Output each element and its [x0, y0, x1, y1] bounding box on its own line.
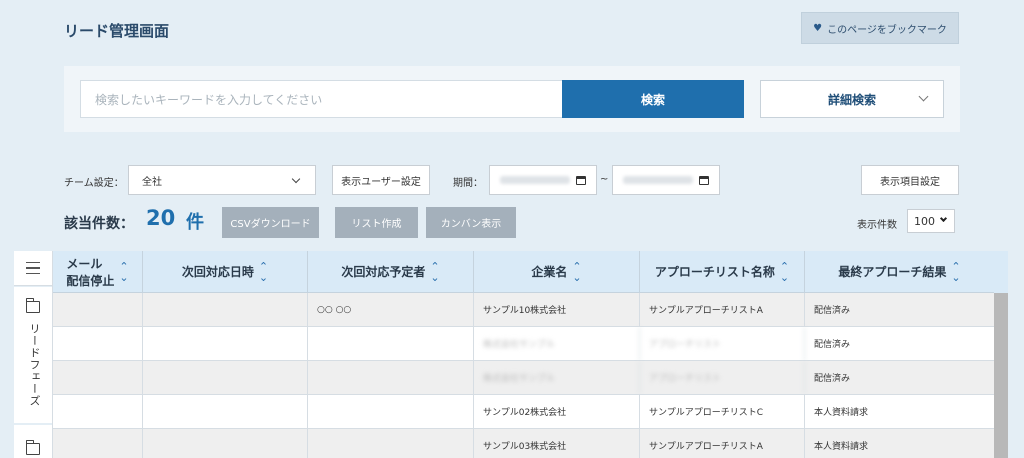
per-page-select[interactable]: 100	[907, 209, 955, 233]
col-company-name[interactable]: 企業名 ⌃ ⌄	[474, 251, 640, 292]
table-cell: サンプルアプローチリストC	[640, 395, 805, 428]
lead-phase-tab[interactable]: リードフェーズ	[14, 287, 52, 423]
sort-icon[interactable]: ⌃ ⌄	[951, 261, 960, 283]
bookmark-button[interactable]: ♥ このページをブックマーク	[801, 12, 959, 44]
menu-icon[interactable]	[14, 251, 52, 286]
table-cell: ○○ ○○	[308, 293, 474, 326]
table-cell	[143, 327, 308, 360]
table-cell: サンプルアプローチリストA	[640, 429, 805, 458]
page-title: リード管理画面	[64, 22, 170, 40]
table-cell	[143, 395, 308, 428]
create-list-button[interactable]: リスト作成	[335, 207, 418, 238]
col-next-action-owner[interactable]: 次回対応予定者 ⌃ ⌄	[308, 251, 474, 292]
col-next-action-date[interactable]: 次回対応日時 ⌃ ⌄	[143, 251, 308, 292]
table-cell: サンプルアプローチリストA	[640, 293, 805, 326]
table-row[interactable]: サンプル02株式会社 サンプルアプローチリストC 本人資料請求	[53, 395, 995, 429]
table-cell	[143, 429, 308, 458]
table-cell: 配信済み	[805, 361, 995, 394]
period-separator: ~	[600, 174, 609, 185]
table-header: メール 配信停止 ⌃ ⌄ 次回対応日時 ⌃ ⌄ 次回対応予定者 ⌃ ⌄ 企業名 ⌃ ⌄ …	[53, 251, 995, 293]
result-count-unit: 件	[186, 212, 204, 233]
calendar-icon[interactable]	[576, 176, 586, 185]
table-cell-redacted: 株式会社サンプル	[474, 327, 640, 360]
csv-download-button[interactable]: CSVダウンロード	[222, 207, 319, 238]
kanban-view-button[interactable]: カンバン表示	[426, 207, 516, 238]
table-cell	[53, 293, 143, 326]
date-value-redacted	[500, 176, 570, 184]
result-count-label: 該当件数：	[64, 216, 134, 232]
column-label: 次回対応予定者	[341, 265, 426, 279]
advanced-search-label: 詳細検索	[827, 92, 876, 107]
folder-icon	[25, 440, 40, 455]
table-row[interactable]: 株式会社サンプル アプローチリスト 配信済み	[53, 327, 995, 361]
table-cell-redacted: アプローチリスト	[640, 361, 805, 394]
table-cell: 本人資料請求	[805, 429, 995, 458]
folder-tab[interactable]	[14, 425, 52, 458]
sort-icon[interactable]: ⌃ ⌄	[780, 261, 789, 283]
col-last-approach-result[interactable]: 最終アプローチ結果 ⌃ ⌄	[805, 251, 995, 292]
column-label: アプローチリスト名称	[654, 265, 775, 279]
search-input[interactable]: 検索したいキーワードを入力してください	[80, 80, 562, 118]
table-cell	[53, 429, 143, 458]
sort-icon[interactable]: ⌃ ⌄	[119, 261, 128, 283]
display-columns-button[interactable]: 表示項目設定	[861, 165, 959, 195]
chevron-down-icon	[918, 91, 929, 102]
date-value-redacted	[623, 176, 693, 184]
sidebar: リードフェーズ	[14, 251, 52, 458]
table-cell	[143, 361, 308, 394]
column-label: メール 配信停止	[66, 256, 115, 288]
leads-table: メール 配信停止 ⌃ ⌄ 次回対応日時 ⌃ ⌄ 次回対応予定者 ⌃ ⌄ 企業名 ⌃ ⌄ …	[52, 251, 995, 458]
display-users-button[interactable]: 表示ユーザー設定	[332, 165, 430, 195]
per-page-value: 100	[914, 214, 935, 228]
team-select[interactable]: 全社	[128, 165, 316, 195]
table-cell	[308, 361, 474, 394]
column-label: 企業名	[531, 265, 568, 279]
sort-icon[interactable]: ⌃ ⌄	[572, 261, 581, 283]
table-cell	[53, 361, 143, 394]
period-label: 期間：	[453, 178, 483, 189]
col-approach-list[interactable]: アプローチリスト名称 ⌃ ⌄	[640, 251, 805, 292]
result-count-value: 20	[146, 206, 176, 230]
calendar-icon[interactable]	[699, 176, 709, 185]
table-cell-redacted: 株式会社サンプル	[474, 361, 640, 394]
table-cell: サンプル10株式会社	[474, 293, 640, 326]
advanced-search-button[interactable]: 詳細検索	[760, 80, 944, 118]
col-email-optout[interactable]: メール 配信停止 ⌃ ⌄	[53, 251, 143, 292]
table-cell	[308, 429, 474, 458]
per-page-label: 表示件数	[857, 220, 897, 231]
chevron-down-icon	[291, 174, 301, 184]
table-cell: 本人資料請求	[805, 395, 995, 428]
chevron-down-icon	[939, 214, 948, 223]
folder-icon	[25, 298, 40, 313]
team-label: チーム設定：	[64, 178, 124, 189]
table-cell	[53, 327, 143, 360]
period-start-input[interactable]	[489, 165, 597, 195]
table-cell: 配信済み	[805, 293, 995, 326]
column-label: 最終アプローチ結果	[838, 265, 947, 279]
table-cell: サンプル02株式会社	[474, 395, 640, 428]
table-cell-redacted: アプローチリスト	[640, 327, 805, 360]
table-row[interactable]: 株式会社サンプル アプローチリスト 配信済み	[53, 361, 995, 395]
table-row[interactable]: ○○ ○○ サンプル10株式会社 サンプルアプローチリストA 配信済み	[53, 293, 995, 327]
team-select-value: 全社	[142, 176, 162, 188]
sort-icon[interactable]: ⌃ ⌄	[259, 261, 268, 283]
lead-phase-label: リードフェーズ	[28, 323, 41, 407]
bookmark-label: このページをブックマーク	[827, 24, 947, 36]
scrollbar-track	[994, 251, 1008, 293]
sort-icon[interactable]: ⌃ ⌄	[430, 261, 439, 283]
search-panel: 検索したいキーワードを入力してください 検索 詳細検索	[64, 66, 960, 132]
table-row[interactable]: サンプル03株式会社 サンプルアプローチリストA 本人資料請求	[53, 429, 995, 458]
vertical-scrollbar[interactable]	[994, 293, 1008, 458]
search-button[interactable]: 検索	[562, 80, 744, 118]
table-cell: サンプル03株式会社	[474, 429, 640, 458]
period-end-input[interactable]	[612, 165, 720, 195]
table-cell	[53, 395, 143, 428]
table-cell	[308, 395, 474, 428]
table-cell	[308, 327, 474, 360]
table-cell: 配信済み	[805, 327, 995, 360]
column-label: 次回対応日時	[181, 265, 254, 279]
table-cell	[143, 293, 308, 326]
heart-icon: ♥	[813, 22, 823, 34]
